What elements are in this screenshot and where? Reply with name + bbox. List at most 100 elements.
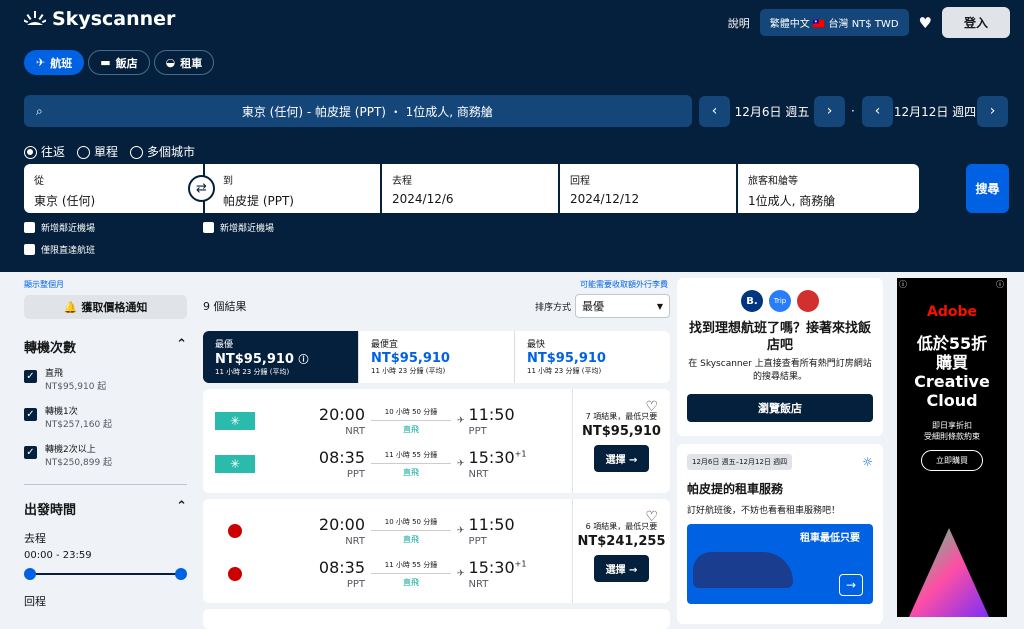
tab-hotels[interactable]: ▬ 飯店 bbox=[88, 50, 150, 75]
ad-brand: Adobe bbox=[927, 304, 977, 320]
leg-duration: 10 小時 50 分鐘 bbox=[384, 407, 438, 416]
whole-month-link[interactable]: 顯示整個月 bbox=[24, 279, 64, 290]
return-prev-button[interactable]: ‹ bbox=[862, 95, 893, 127]
trip-roundtrip[interactable]: 往返 bbox=[24, 143, 65, 160]
plane-icon: ✈ bbox=[457, 415, 465, 426]
price-alert-button[interactable]: 🔔 獲取價格通知 bbox=[24, 295, 187, 319]
ad-subtext: 受細則條款約束 bbox=[924, 432, 980, 441]
passengers-field[interactable]: 旅客和艙等 1位成人, 商務艙 bbox=[738, 164, 919, 213]
ad-info-icon[interactable]: ⓘ bbox=[899, 279, 907, 290]
stop-label: 直飛 bbox=[45, 369, 64, 379]
stop-option-2plus[interactable]: ✓ 轉機2次以上 NT$250,899 起 bbox=[24, 444, 187, 470]
search-summary-bar[interactable]: ⌕ 東京 (任何) - 帕皮提 (PPT) ・ 1位成人, 商務艙 bbox=[24, 95, 692, 127]
stops-section-header[interactable]: 轉機次數 ⌃ bbox=[24, 337, 187, 356]
car-promo-banner[interactable]: 租車最低只要 → bbox=[687, 524, 873, 604]
ad-subtext: 即日享折扣 bbox=[932, 421, 972, 430]
trip-multicity[interactable]: 多個城市 bbox=[130, 143, 195, 160]
select-button[interactable]: 選擇 → bbox=[593, 445, 650, 472]
arrive-airport: NRT bbox=[468, 468, 489, 480]
stop-price: NT$250,899 起 bbox=[45, 458, 113, 468]
tab-duration: 11 小時 23 分鐘 (平均) bbox=[371, 367, 446, 375]
slider-max-handle[interactable] bbox=[175, 568, 187, 580]
flight-card[interactable]: ✳ 20:00 NRT 10 小時 50 分鐘 直飛 ✈ 11:50 PPT ✳ 08… bbox=[203, 389, 670, 493]
checkbox bbox=[24, 222, 35, 233]
nearby-dest-checkbox[interactable]: 新增鄰近機場 bbox=[203, 221, 274, 234]
ad-cta-button[interactable]: 立即購買 bbox=[921, 450, 983, 471]
heart-outline-icon[interactable]: ♡ bbox=[645, 509, 658, 525]
swap-button[interactable]: ⇄ bbox=[188, 175, 215, 202]
ad-headline: Creative bbox=[914, 372, 990, 391]
heart-icon[interactable]: ♥ bbox=[919, 14, 932, 32]
slider-min-handle[interactable] bbox=[24, 568, 36, 580]
search-header: Skyscanner 說明 繁體中文 🇹🇼 台灣 NT$ TWD ♥ 登入 ✈ 航… bbox=[0, 0, 1024, 272]
depart-time: 08:35 bbox=[318, 557, 365, 577]
direct-only-checkbox[interactable]: 僅限直達航班 bbox=[24, 243, 95, 256]
info-icon[interactable]: ⓘ bbox=[299, 355, 309, 366]
stop-option-1[interactable]: ✓ 轉機1次 NT$257,160 起 bbox=[24, 406, 187, 432]
outbound-range: 00:00 - 23:59 bbox=[24, 550, 92, 561]
stop-option-direct[interactable]: ✓ 直飛 NT$95,910 起 bbox=[24, 368, 187, 394]
tab-name: 最便宜 bbox=[371, 340, 399, 350]
from-value: 東京 (任何) bbox=[34, 194, 96, 208]
from-field[interactable]: 從 東京 (任何) bbox=[24, 164, 203, 213]
tab-fastest[interactable]: 最快 NT$95,910 11 小時 23 分鐘 (平均) bbox=[515, 331, 670, 383]
leg-type: 直飛 bbox=[403, 424, 419, 434]
inbound-label: 回程 bbox=[24, 595, 46, 608]
brand-logo[interactable]: Skyscanner bbox=[24, 8, 175, 30]
tab-duration: 11 小時 23 分鐘 (平均) bbox=[527, 367, 602, 375]
plane-icon: ✈ bbox=[457, 458, 465, 469]
search-form: 從 東京 (任何) ⇄ 到 帕皮提 (PPT) 去程 2024/12/6 回程 … bbox=[24, 164, 919, 213]
checkbox-checked: ✓ bbox=[24, 370, 37, 383]
caret-down-icon: ▼ bbox=[656, 301, 663, 311]
tab-best[interactable]: 最優 NT$95,910 ⓘ 11 小時 23 分鐘 (平均) bbox=[203, 331, 359, 383]
sort-select[interactable]: 最優 ▼ bbox=[575, 294, 670, 318]
login-button[interactable]: 登入 bbox=[941, 7, 1010, 38]
arrow-right-icon[interactable]: → bbox=[839, 574, 863, 596]
tab-cheapest[interactable]: 最便宜 NT$95,910 11 小時 23 分鐘 (平均) bbox=[359, 331, 515, 383]
to-field[interactable]: 到 帕皮提 (PPT) bbox=[205, 164, 380, 213]
flight-card[interactable]: 20:00 NRT 10 小時 50 分鐘 直飛 ✈ 11:50 PPT 08:35 P… bbox=[203, 499, 670, 603]
radio bbox=[130, 146, 144, 159]
trip-logo-icon: Trip bbox=[769, 290, 791, 312]
car-icon: ◒ bbox=[165, 56, 176, 69]
tab-price: NT$95,910 bbox=[215, 352, 294, 367]
flight-card-partial[interactable] bbox=[203, 609, 670, 629]
depart-field[interactable]: 去程 2024/12/6 bbox=[382, 164, 558, 213]
plane-icon: ✈ bbox=[36, 56, 46, 69]
tab-flights[interactable]: ✈ 航班 bbox=[24, 50, 85, 75]
browse-hotels-button[interactable]: 瀏覽飯店 bbox=[687, 394, 873, 422]
tab-flights-label: 航班 bbox=[50, 56, 73, 70]
route-line bbox=[371, 529, 451, 531]
time-section-header[interactable]: 出發時間 ⌃ bbox=[24, 499, 187, 518]
heart-outline-icon[interactable]: ♡ bbox=[645, 399, 658, 415]
hotel-promo-text: 在 Skyscanner 上直接查看所有熱門訂房網站的搜尋結果。 bbox=[688, 359, 872, 382]
nearby-origin-checkbox[interactable]: 新增鄰近機場 bbox=[24, 221, 95, 234]
select-button[interactable]: 選擇 → bbox=[593, 555, 650, 582]
results-list: 9 個結果 排序方式 最優 ▼ 最優 NT$95,910 ⓘ 11 小時 23 分鐘 … bbox=[203, 294, 670, 629]
outbound-time-slider[interactable] bbox=[24, 567, 187, 581]
locale-button[interactable]: 繁體中文 🇹🇼 台灣 NT$ TWD bbox=[759, 9, 909, 36]
trip-oneway[interactable]: 單程 bbox=[77, 143, 118, 160]
trip-roundtrip-label: 往返 bbox=[41, 145, 66, 159]
chevron-up-icon: ⌃ bbox=[176, 499, 187, 514]
ad-close-icon[interactable]: ⓘ bbox=[996, 279, 1004, 290]
tab-cars-label: 租車 bbox=[180, 56, 203, 70]
depart-value: 2024/12/6 bbox=[392, 192, 454, 206]
route-line bbox=[371, 462, 451, 464]
help-link[interactable]: 說明 bbox=[728, 15, 750, 31]
adobe-ad[interactable]: ⓘ ⓘ Adobe 低於55折 購買 Creative Cloud 即日享折扣 … bbox=[897, 278, 1007, 617]
return-next-button[interactable]: › bbox=[977, 95, 1008, 127]
airline-logo-japan-airlines bbox=[215, 565, 255, 583]
baggage-fee-link[interactable]: 可能需要收取額外行李費 bbox=[580, 279, 668, 290]
tab-cars[interactable]: ◒ 租車 bbox=[153, 50, 215, 75]
depart-time: 20:00 bbox=[318, 514, 365, 534]
arrive-time: 15:30 bbox=[468, 447, 515, 467]
depart-next-button[interactable]: › bbox=[814, 95, 845, 127]
ad-headline: Cloud bbox=[926, 391, 978, 410]
depart-airport: NRT bbox=[345, 425, 365, 437]
chevron-up-icon: ⌃ bbox=[176, 337, 187, 352]
depart-prev-button[interactable]: ‹ bbox=[699, 95, 730, 127]
search-button[interactable]: 搜尋 bbox=[966, 164, 1009, 213]
return-field[interactable]: 回程 2024/12/12 bbox=[560, 164, 736, 213]
car-dates-badge: 12月6日 週五–12月12日 週四 bbox=[687, 454, 793, 470]
